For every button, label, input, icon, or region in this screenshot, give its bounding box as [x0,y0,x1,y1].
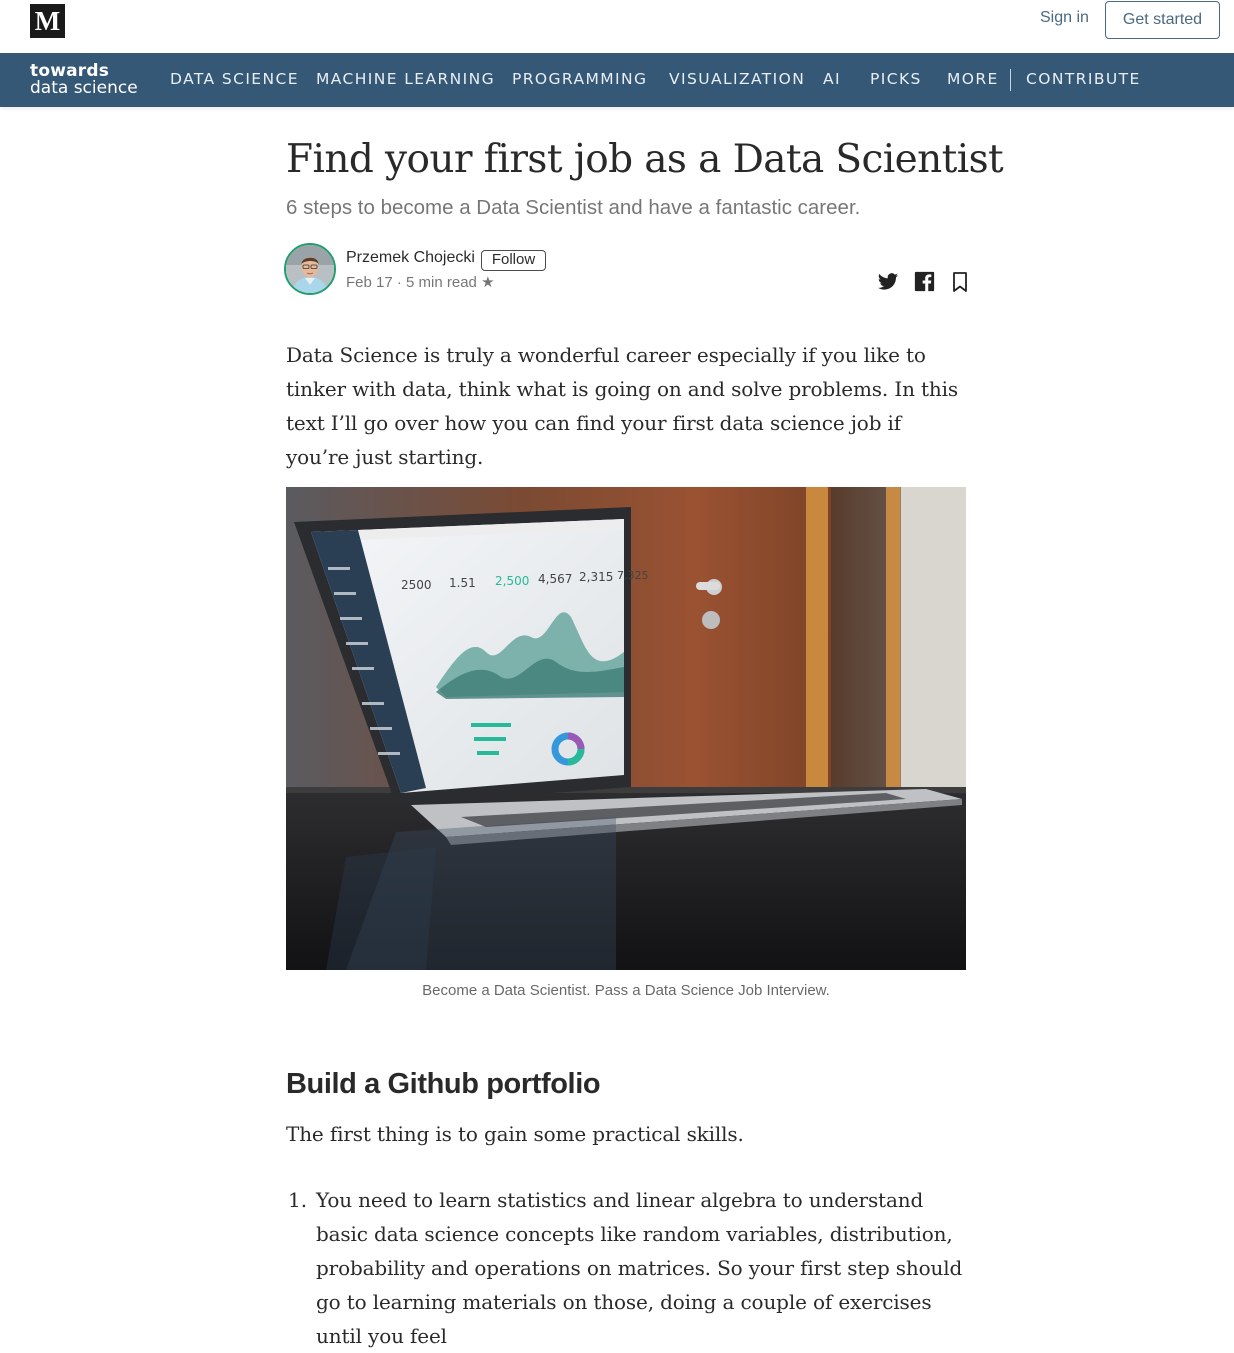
list-item-text: You need to learn statistics and linear … [316,1188,963,1348]
twitter-icon[interactable] [877,271,899,293]
author-photo [286,245,334,293]
article-title: Find your first job as a Data Scientist [286,137,1004,182]
publication-logo[interactable]: towards data science [30,63,138,97]
nav-item-contribute[interactable]: CONTRIBUTE [1026,70,1141,88]
publication-nav: towards data science DATA SCIENCE MACHIN… [0,53,1234,107]
author-name[interactable]: Przemek Chojecki [346,249,475,267]
nav-item-data-science[interactable]: DATA SCIENCE [170,70,299,88]
article-intro: Data Science is truly a wonderful career… [286,343,959,469]
nav-item-visualization[interactable]: VISUALIZATION [669,70,805,88]
author-avatar[interactable] [284,243,336,295]
follow-button[interactable]: Follow [481,250,546,271]
bookmark-icon[interactable] [950,271,972,293]
article-subtitle: 6 steps to become a Data Scientist and h… [286,196,861,219]
nav-item-more[interactable]: MORE [947,70,999,88]
get-started-button[interactable]: Get started [1105,1,1220,39]
nav-divider [1010,69,1011,91]
hero-stat-1: 2500 [401,578,432,592]
section-heading: Build a Github portfolio [286,1068,601,1100]
sign-in-link[interactable]: Sign in [1040,9,1089,27]
section-intro: The first thing is to gain some practica… [286,1122,744,1146]
hero-stat-5: 2,315 [579,570,613,584]
nav-item-machine-learning[interactable]: MACHINE LEARNING [316,70,495,88]
hero-stat-3: 2,500 [495,574,529,588]
publication-logo-line2: data science [30,78,138,98]
hero-image: 2500 1.51 2,500 4,567 2,315 7,325 [286,487,966,970]
top-bar: M Sign in Get started [0,0,1234,53]
image-caption: Become a Data Scientist. Pass a Data Sci… [422,982,830,999]
article-meta: Feb 17 · 5 min read ★ [346,274,495,291]
facebook-icon[interactable] [914,271,936,293]
laptop-photo: 2500 1.51 2,500 4,567 2,315 7,325 [286,487,966,970]
list-item: 1. You need to learn statistics and line… [286,1183,976,1353]
hero-stat-2: 1.51 [449,576,476,590]
hero-stat-4: 4,567 [538,572,572,586]
list-item-number: 1. [288,1188,308,1212]
nav-item-picks[interactable]: PICKS [870,70,922,88]
medium-logo[interactable]: M [30,4,65,38]
hero-stat-6: 7,325 [617,569,649,582]
nav-item-programming[interactable]: PROGRAMMING [512,70,647,88]
steps-list: 1. You need to learn statistics and line… [286,1183,976,1353]
nav-item-ai[interactable]: AI [823,70,841,88]
